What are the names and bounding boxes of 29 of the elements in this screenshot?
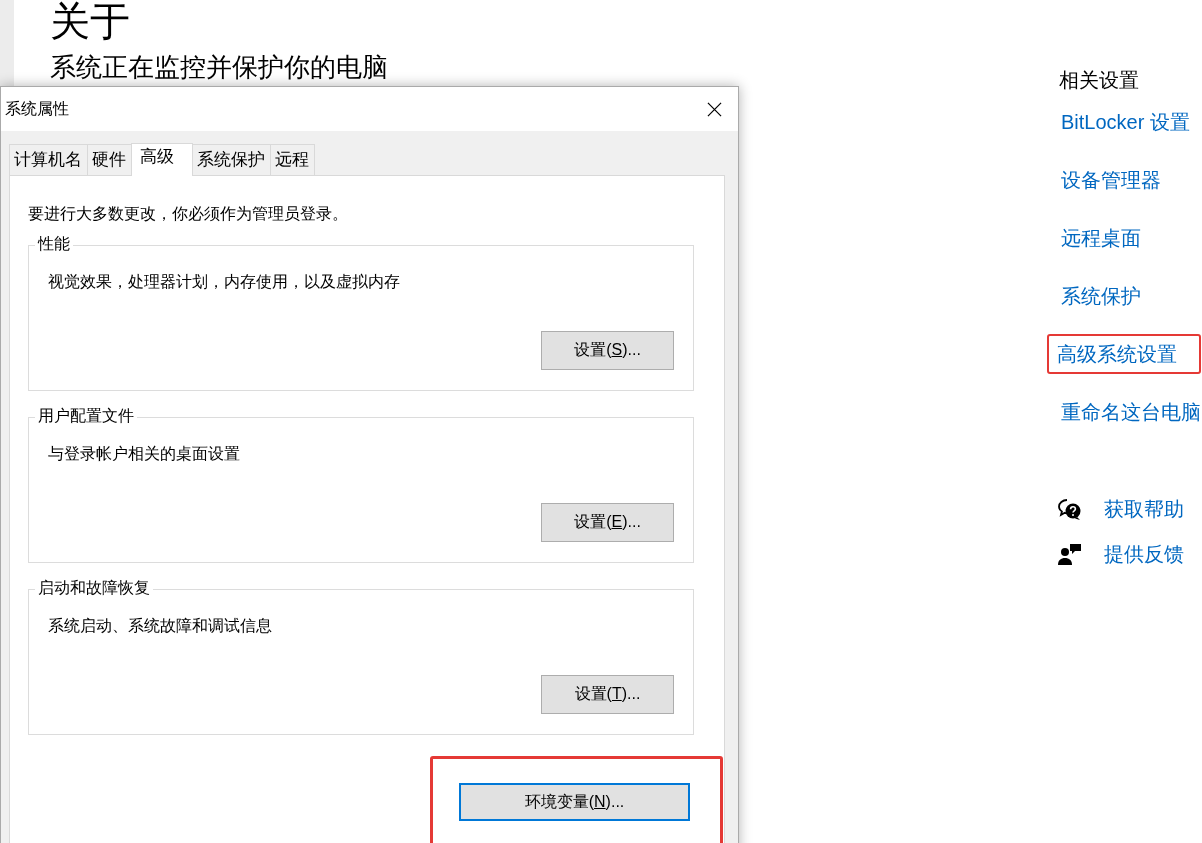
admin-notice: 要进行大多数更改，你必须作为管理员登录。 [28,204,349,224]
settings-link[interactable]: 远程桌面 [1061,224,1141,252]
dialog-title: 系统属性 [5,98,69,119]
settings-link[interactable]: 系统保护 [1061,282,1141,310]
help-link[interactable]: 获取帮助 [1104,496,1184,523]
settings-link[interactable]: 设备管理器 [1061,166,1161,194]
help-link[interactable]: 提供反馈 [1104,541,1184,568]
group-description: 系统启动、系统故障和调试信息 [48,616,273,636]
close-icon[interactable] [707,101,722,117]
settings-link[interactable]: 重命名这台电脑 [1061,398,1201,426]
group-title: 用户配置文件 [35,406,137,427]
settings-button[interactable]: 设置(S)... [541,331,674,370]
group-description: 视觉效果，处理器计划，内存使用，以及虚拟内存 [48,272,401,292]
settings-button[interactable]: 设置(E)... [541,503,674,542]
settings-link[interactable]: 高级系统设置 [1057,340,1177,368]
related-settings-heading: 相关设置 [1059,68,1139,93]
person-speech-icon [1058,542,1082,567]
dialog-tab[interactable]: 计算机名 [9,144,88,175]
chat-question-icon [1058,497,1082,522]
page-subtitle: 系统正在监控并保护你的电脑 [50,52,389,82]
dialog-tab[interactable]: 高级 [131,143,193,176]
group-title: 启动和故障恢复 [35,578,153,599]
page-title: 关于 [50,0,131,44]
settings-link[interactable]: BitLocker 设置 [1061,108,1190,136]
settings-button[interactable]: 设置(T)... [541,675,674,714]
group-description: 与登录帐户相关的桌面设置 [48,444,241,464]
dialog-tab[interactable]: 远程 [270,144,315,175]
environment-variables-button[interactable]: 环境变量(N)... [459,783,690,821]
group-title: 性能 [35,234,73,255]
